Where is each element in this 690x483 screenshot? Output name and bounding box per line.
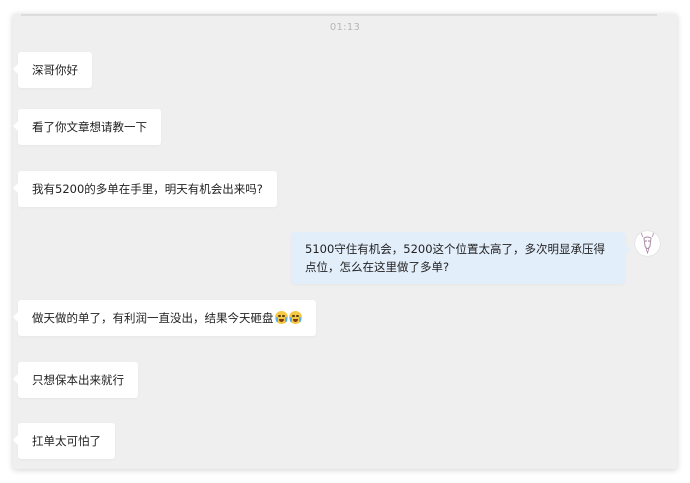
message-bubble-outgoing[interactable]: 5100守住有机会，5200这个位置太高了，多次明显承压得点位，怎么在这里做了多…	[291, 232, 630, 284]
message-bubble-incoming[interactable]: 做天做的单了，有利润一直没出，结果今天砸盘	[13, 300, 316, 336]
top-divider	[21, 14, 657, 16]
message-text: 做天做的单了，有利润一直没出，结果今天砸盘	[32, 311, 274, 325]
crying-face-emoji	[288, 311, 302, 324]
message-bubble-incoming[interactable]: 扛单太可怕了	[13, 423, 115, 459]
message-text: 扛单太可怕了	[32, 434, 101, 448]
message-text: 我有5200的多单在手里，明天有机会出来吗?	[32, 182, 263, 196]
message-bubble-incoming[interactable]: 深哥你好	[13, 52, 92, 88]
message-timestamp: 01:13	[329, 22, 361, 33]
message-bubble-incoming[interactable]: 看了你文章想请教一下	[13, 109, 161, 145]
crying-face-emoji	[274, 311, 288, 324]
chat-window: 01:13 深哥你好 看了你文章想请教一下 我有5200的多单在手里，明天有机会…	[13, 14, 677, 469]
message-bubble-incoming[interactable]: 我有5200的多单在手里，明天有机会出来吗?	[13, 171, 277, 207]
message-text: 5100守住有机会，5200这个位置太高了，多次明显承压得点位，怎么在这里做了多…	[305, 242, 606, 274]
message-text: 深哥你好	[32, 63, 78, 77]
user-avatar[interactable]	[635, 231, 660, 256]
message-bubble-incoming[interactable]: 只想保本出来就行	[13, 362, 138, 398]
goat-avatar-icon	[641, 232, 654, 255]
message-text: 看了你文章想请教一下	[32, 120, 147, 134]
message-text: 只想保本出来就行	[32, 373, 124, 387]
